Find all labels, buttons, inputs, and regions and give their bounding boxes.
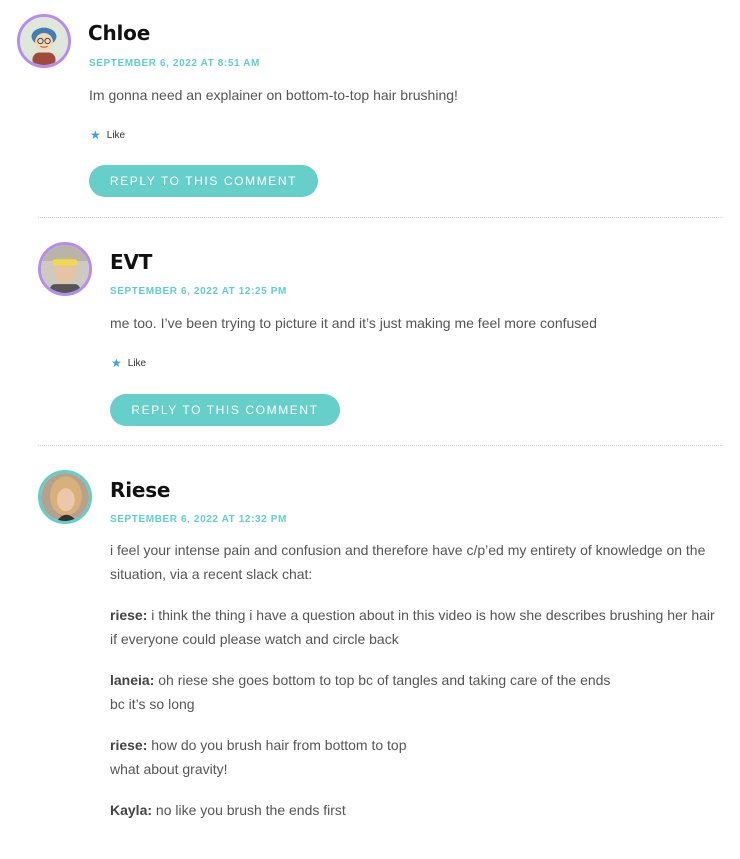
like-button[interactable]: ★ Like	[90, 129, 125, 141]
comment-date[interactable]: SEPTEMBER 6, 2022 AT 8:51 AM	[89, 58, 260, 69]
avatar-riese[interactable]	[38, 470, 92, 524]
like-button[interactable]: ★ Like	[111, 357, 146, 369]
chat-line: bc it’s so long	[110, 695, 195, 712]
chat-line: no like you brush the ends first	[155, 802, 346, 818]
chat-line: how do you brush hair from bottom to top	[151, 737, 407, 753]
star-icon: ★	[90, 128, 101, 142]
comment-author[interactable]: Riese	[110, 478, 170, 502]
photo-avatar-icon	[41, 473, 89, 521]
cartoon-avatar-icon	[20, 17, 68, 65]
chat-message: riese: i think the thing i have a questi…	[110, 604, 730, 651]
chat-line: i think the thing i have a question abou…	[151, 607, 715, 623]
chat-speaker: Kayla:	[110, 802, 153, 818]
chat-line: oh riese she goes bottom to top bc of ta…	[158, 672, 611, 688]
chat-speaker: riese:	[110, 737, 148, 753]
reply-button[interactable]: REPLY TO THIS COMMENT	[89, 165, 318, 197]
reply-button[interactable]: REPLY TO THIS COMMENT	[110, 394, 340, 426]
chat-speaker: laneia:	[110, 672, 155, 688]
avatar-chloe[interactable]	[17, 14, 71, 68]
comment-date[interactable]: SEPTEMBER 6, 2022 AT 12:32 PM	[110, 514, 287, 525]
chat-message: laneia: oh riese she goes bottom to top …	[110, 669, 730, 716]
photo-avatar-icon	[41, 245, 89, 293]
comment-date[interactable]: SEPTEMBER 6, 2022 AT 12:25 PM	[110, 286, 287, 297]
chat-line: if everyone could please watch and circl…	[110, 630, 399, 647]
like-label: Like	[106, 129, 126, 141]
comment-author[interactable]: EVT	[110, 250, 152, 274]
comment-body: Im gonna need an explainer on bottom-to-…	[89, 87, 458, 103]
like-label: Like	[127, 357, 147, 369]
comment-intro: i feel your intense pain and confusion a…	[110, 542, 706, 582]
chat-message: Kayla: no like you brush the ends first	[110, 799, 730, 823]
chat-speaker: riese:	[110, 607, 148, 623]
chat-message: riese: how do you brush hair from bottom…	[110, 734, 730, 781]
comment-body: i feel your intense pain and confusion a…	[110, 539, 730, 841]
comment-author[interactable]: Chloe	[88, 21, 150, 45]
comment-divider	[38, 217, 723, 218]
chat-line: what about gravity!	[110, 760, 228, 777]
comment-body: me too. I’ve been trying to picture it a…	[110, 315, 597, 331]
comment-divider	[38, 445, 723, 446]
avatar-evt[interactable]	[38, 242, 92, 296]
star-icon: ★	[111, 356, 122, 370]
